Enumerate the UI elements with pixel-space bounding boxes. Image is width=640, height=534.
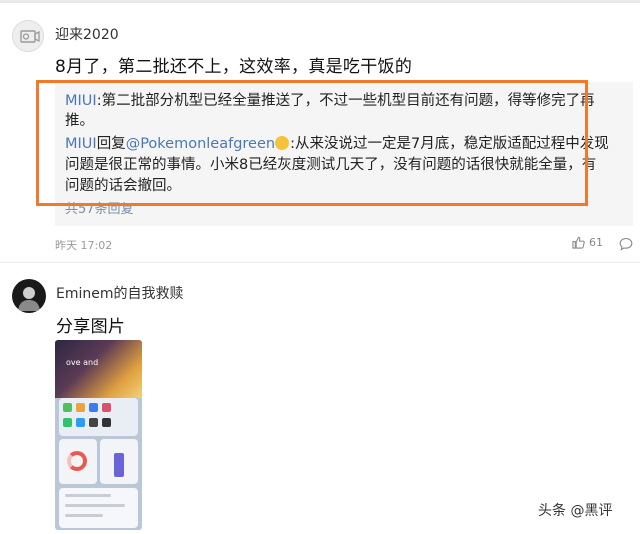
view-all-replies-link[interactable]: 共57条回复 [65,198,134,217]
reply-button[interactable] [619,236,633,255]
camera-icon [20,30,40,43]
like-count: 61 [589,236,603,249]
reply-text-continued: 推。 [65,113,94,129]
reply-thread: MIUI:第二批部分机型已经全量推送了，不过一些机型目前还有问题，得等修完了再 … [55,82,633,226]
comment-username[interactable]: Eminem的自我救赎 [56,283,184,303]
smile-emoji-icon [275,136,290,150]
comment-username[interactable]: 迎来2020 [55,24,119,44]
wallpaper-text: ove and [66,358,99,367]
comment-divider [0,262,640,263]
widget-card [100,439,138,484]
like-button[interactable]: 61 [572,236,603,249]
comment-text: 分享图片 [56,317,126,337]
reply-text: :从来没说过一定是7月底，稳定版适配过程中发现 [275,136,609,152]
reply-text-continued: 问题的话会撤回。 [65,178,181,194]
comment-bubble-icon [619,237,633,251]
comment-text: 8月了，第二批还不上，这效率，真是吃干饭的 [55,57,413,77]
shared-image-thumbnail[interactable]: ove and [55,340,142,530]
reply-text-continued: 问题是很正常的事情。小米8已经灰度测试几天了，没有问题的话很快就能全量，有 [65,157,597,173]
reply-author-link[interactable]: MIUI [65,136,97,152]
reply-text: :第二批部分机型已经全量推送了，不过一些机型目前还有问题，得等修完了再 [96,93,595,109]
top-divider [0,0,640,3]
reply-item: MIUI回复@Pokemonleafgreen:从来没说过一定是7月底，稳定版适… [65,134,609,154]
user-photo-icon [18,287,40,311]
app-icon-grid [59,398,138,436]
avatar[interactable] [12,279,46,313]
mention-link[interactable]: @Pokemonleafgreen [126,136,275,152]
reply-verb: 回复 [96,136,126,152]
reply-author-link[interactable]: MIUI [65,93,97,109]
watermark: 头条 @黑评 [538,503,613,519]
phone-wallpaper [55,340,142,398]
widget-card [59,488,138,528]
reply-item: MIUI:第二批部分机型已经全量推送了，不过一些机型目前还有问题，得等修完了再 [65,91,595,111]
widget-card [59,439,97,484]
avatar[interactable] [12,20,44,52]
comment-timestamp: 昨天 17:02 [55,239,113,252]
thumbs-up-icon [572,236,585,249]
